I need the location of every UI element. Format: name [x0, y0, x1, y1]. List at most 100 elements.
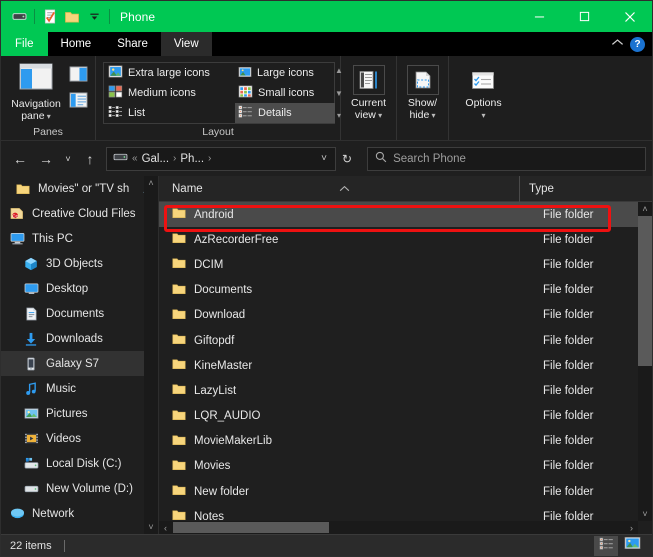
file-name: Movies — [194, 460, 231, 473]
table-row[interactable]: MovieMakerLib File folder — [159, 429, 652, 454]
minimize-button[interactable] — [517, 1, 562, 32]
breadcrumb[interactable]: « Gal... › Ph... › ˅ — [106, 146, 336, 171]
help-icon[interactable]: ? — [630, 36, 645, 52]
sidebar-item-local-disk-c[interactable]: Local Disk (C:) — [1, 451, 158, 476]
scroll-up-icon[interactable]: ˄ — [638, 202, 652, 216]
column-header-type-label: Type — [529, 182, 554, 195]
options-button[interactable]: Options ▾ — [458, 60, 509, 122]
documents-icon — [23, 307, 39, 321]
sidebar-scroll-up-icon[interactable]: ˄ — [148, 178, 153, 188]
navigation-pane-button[interactable]: Navigation pane ▾ — [7, 60, 65, 123]
details-view-button[interactable] — [594, 535, 618, 556]
tab-home[interactable]: Home — [48, 32, 105, 56]
sidebar-item-creative-cloud-files[interactable]: Cc Creative Cloud Files — [1, 201, 158, 226]
table-row[interactable]: LazyList File folder — [159, 378, 652, 403]
breadcrumb-item-0[interactable]: Gal... — [139, 153, 172, 165]
up-button[interactable]: ↑ — [77, 146, 103, 172]
table-row[interactable]: KineMaster File folder — [159, 353, 652, 378]
sidebar-item-documents[interactable]: Documents — [1, 301, 158, 326]
sidebar-item-music[interactable]: Music — [1, 376, 158, 401]
layout-list[interactable]: List — [105, 103, 235, 123]
table-row[interactable]: New folder File folder — [159, 479, 652, 504]
current-view-label-1: Current — [350, 97, 386, 109]
file-name: LQR_AUDIO — [194, 410, 261, 423]
file-list-horizontal-scrollbar[interactable]: ‹ › — [159, 521, 638, 534]
details-pane-button[interactable] — [67, 91, 89, 112]
sidebar-item-network[interactable]: Network — [1, 501, 158, 526]
creative-cloud-icon: Cc — [9, 207, 25, 220]
recent-locations-button[interactable]: ˅ — [59, 146, 77, 172]
sidebar-scrollbar[interactable]: ˄ ˅ — [144, 176, 158, 534]
back-button[interactable]: ← — [7, 146, 33, 172]
file-name: MovieMakerLib — [194, 435, 272, 448]
show-hide-button[interactable]: Show/ hide ▾ — [403, 60, 442, 122]
sidebar-item-this-pc[interactable]: This PC — [1, 226, 158, 251]
refresh-button[interactable]: ↻ — [336, 152, 358, 166]
table-row[interactable]: AzRecorderFree File folder — [159, 227, 652, 252]
breadcrumb-dropdown-icon[interactable]: ˅ — [315, 153, 333, 164]
options-icon — [468, 65, 500, 95]
vertical-scroll-thumb[interactable] — [638, 216, 652, 366]
forward-button[interactable]: → — [33, 146, 59, 172]
breadcrumb-item-1[interactable]: Ph... — [177, 153, 207, 165]
ribbon-tab-strip: File Home Share View ? — [1, 32, 652, 56]
scroll-left-icon[interactable]: ‹ — [159, 523, 172, 533]
folder-icon — [172, 308, 186, 323]
scroll-right-icon[interactable]: › — [625, 523, 638, 533]
file-list-vertical-scrollbar[interactable]: ˄ ˅ — [638, 202, 652, 521]
new-folder-icon[interactable] — [61, 6, 83, 28]
customize-chevron-icon[interactable] — [83, 6, 105, 28]
sidebar-item-new-volume-d[interactable]: New Volume (D:) — [1, 476, 158, 501]
layout-medium-icons[interactable]: Medium icons — [105, 83, 235, 103]
layout-large-icons[interactable]: Large icons — [235, 63, 335, 83]
sidebar-item-pictures[interactable]: Pictures — [1, 401, 158, 426]
sidebar-item-3d-objects[interactable]: 3D Objects — [1, 251, 158, 276]
layout-small-icons[interactable]: Small icons — [235, 83, 335, 103]
maximize-button[interactable] — [562, 1, 607, 32]
search-input[interactable]: Search Phone — [393, 153, 466, 165]
3d-objects-icon — [23, 257, 39, 271]
qat-divider-1 — [34, 9, 35, 24]
sidebar-item-desktop[interactable]: Desktop — [1, 276, 158, 301]
sidebar-item-galaxy-s7[interactable]: Galaxy S7 — [1, 351, 158, 376]
navigation-pane-label-1: Navigation — [11, 98, 61, 110]
table-row[interactable]: Download File folder — [159, 303, 652, 328]
tab-view[interactable]: View — [160, 32, 212, 56]
tab-share[interactable]: Share — [104, 32, 161, 56]
file-type: File folder — [543, 284, 594, 297]
preview-pane-button[interactable] — [67, 65, 89, 86]
column-header-name[interactable]: Name — [159, 175, 520, 202]
sidebar-item-label: Network — [32, 507, 75, 520]
chevron-up-icon[interactable] — [611, 38, 624, 50]
large-icons-view-button[interactable] — [620, 536, 644, 556]
table-row[interactable]: LQR_AUDIO File folder — [159, 404, 652, 429]
search-box[interactable]: Search Phone — [367, 146, 646, 171]
layout-label: Large icons — [257, 67, 314, 79]
breadcrumb-overflow[interactable]: « — [131, 153, 139, 164]
column-header-type[interactable]: Type — [520, 176, 638, 202]
table-row[interactable]: Movies File folder — [159, 454, 652, 479]
horizontal-scroll-thumb[interactable] — [173, 522, 329, 533]
sidebar-item-label: Galaxy S7 — [46, 357, 100, 370]
sidebar-item-movies-tv-shows[interactable]: Movies" or "TV sh 📌 — [1, 176, 158, 201]
tab-file[interactable]: File — [1, 32, 48, 56]
sidebar-scroll-down-icon[interactable]: ˅ — [148, 522, 153, 532]
table-row[interactable]: DCIM File folder — [159, 252, 652, 277]
network-icon — [9, 507, 25, 520]
layout-extra-large-icons[interactable]: Extra large icons — [105, 63, 235, 83]
file-type: File folder — [543, 258, 594, 271]
pictures-icon — [23, 407, 39, 420]
close-button[interactable] — [607, 1, 652, 32]
table-row[interactable]: Giftopdf File folder — [159, 328, 652, 353]
drive-icon[interactable] — [8, 6, 30, 28]
table-row[interactable]: Documents File folder — [159, 278, 652, 303]
sidebar-item-videos[interactable]: Videos — [1, 426, 158, 451]
sidebar-item-downloads[interactable]: Downloads — [1, 326, 158, 351]
scroll-down-icon[interactable]: ˅ — [638, 507, 652, 521]
properties-icon[interactable] — [39, 6, 61, 28]
current-view-button[interactable]: Current view ▾ — [347, 60, 390, 122]
layout-details[interactable]: Details — [235, 103, 335, 123]
breadcrumb-chevron-icon[interactable]: › — [207, 153, 212, 164]
table-row[interactable]: Android File folder — [159, 202, 652, 228]
folder-icon — [172, 434, 186, 449]
